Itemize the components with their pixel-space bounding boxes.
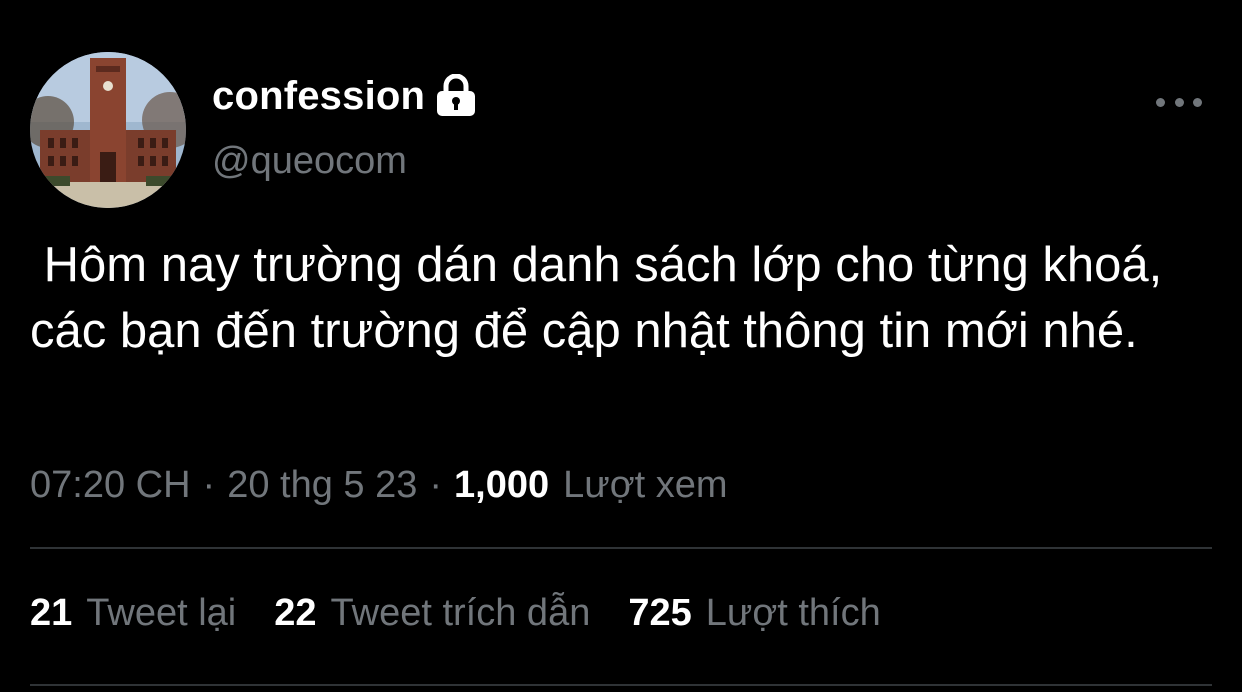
display-name-row: confession: [212, 70, 477, 122]
divider: [30, 547, 1212, 549]
tweet-date[interactable]: 20 thg 5 23: [227, 464, 417, 507]
more-horizontal-icon[interactable]: [1156, 88, 1202, 116]
avatar-image: [30, 52, 186, 208]
tweet-detail: confession @queocom Hôm nay trường dán d…: [0, 0, 1242, 692]
tweet-time[interactable]: 07:20 CH: [30, 464, 191, 507]
dot: [1174, 97, 1184, 107]
retweets-label: Tweet lại: [86, 592, 237, 634]
dot: [1156, 97, 1165, 107]
retweets-count: 21: [30, 592, 73, 634]
tweet-meta: 07:20 CH · 20 thg 5 23 · 1,000 Lượt xem: [30, 464, 728, 507]
lock-icon: [435, 73, 477, 118]
separator: ·: [202, 464, 216, 506]
display-name[interactable]: confession: [212, 74, 425, 119]
quotes-count: 22: [274, 592, 317, 634]
avatar[interactable]: [30, 52, 186, 208]
views-count[interactable]: 1,000: [454, 464, 549, 507]
tweet-text: Hôm nay trường dán danh sách lớp cho từn…: [30, 238, 1176, 358]
quotes-label: Tweet trích dẫn: [330, 592, 591, 634]
divider: [30, 684, 1212, 686]
views-label: Lượt xem: [563, 464, 728, 506]
separator: ·: [429, 464, 443, 506]
likes-label: Lượt thích: [705, 592, 881, 634]
dot: [1193, 97, 1202, 107]
likes-stat[interactable]: 725 Lượt thích: [628, 592, 880, 635]
quotes-stat[interactable]: 22 Tweet trích dẫn: [274, 592, 590, 635]
tweet-stats: 21 Tweet lại 22 Tweet trích dẫn 725 Lượt…: [30, 592, 919, 635]
retweets-stat[interactable]: 21 Tweet lại: [30, 592, 236, 635]
likes-count: 725: [628, 592, 692, 634]
user-handle[interactable]: @queocom: [212, 140, 407, 183]
